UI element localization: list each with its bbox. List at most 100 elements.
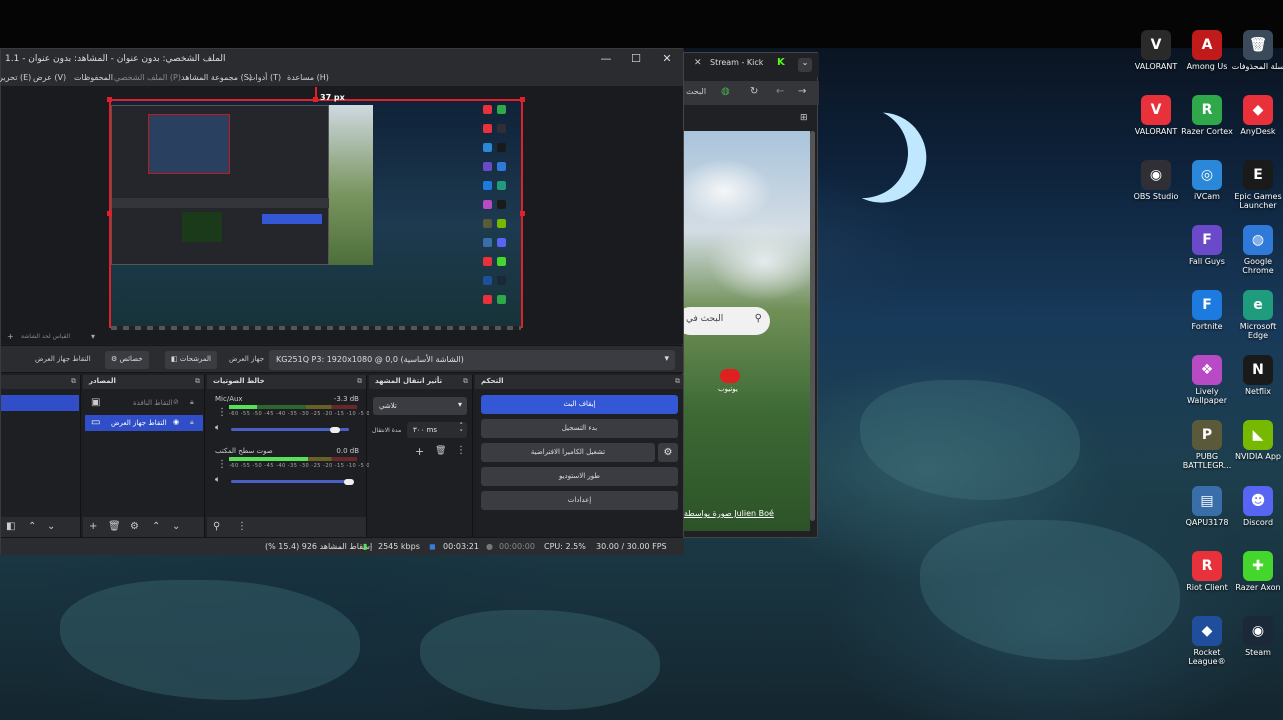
hidden-eye-icon[interactable]: ⊘ — [173, 398, 179, 406]
desktop-icon[interactable]: E Epic Games Launcher — [1230, 160, 1283, 210]
speaker-icon[interactable]: 🔈︎ — [215, 475, 220, 485]
desktop-icon[interactable]: ◆ Rocket League® — [1179, 616, 1235, 666]
desktop-icon[interactable]: ❖ Lively Wallpaper — [1179, 355, 1235, 405]
filters-button[interactable]: ◧ المرشحات — [165, 351, 217, 369]
stop-stream-button[interactable]: إيقاف البث — [481, 395, 678, 414]
menu-help[interactable]: مساعدة (H) — [287, 73, 329, 82]
transition-select[interactable]: تلاشي ▾ — [373, 397, 467, 415]
source-item[interactable]: ▣ التقاط النافذة ⊘ 🔒︎ — [85, 395, 203, 411]
desktop-icon[interactable]: ◍ Google Chrome — [1230, 225, 1283, 275]
tab-search-icon[interactable]: ⌄ — [798, 58, 812, 72]
desktop-icon[interactable]: ✚ Razer Axon — [1230, 551, 1283, 592]
dock-float-icon[interactable]: ⧉ — [675, 377, 680, 386]
link-icon[interactable]: ⚲ — [213, 521, 220, 532]
resize-handle[interactable] — [107, 211, 112, 216]
duration-spinbox[interactable]: ٣٠٠ ms ˄ ˅ — [407, 422, 467, 438]
add-transition-icon[interactable]: + — [415, 445, 424, 458]
desktop-icon[interactable]: 🗑 سلة المحذوفات — [1230, 30, 1283, 71]
menu-profile[interactable]: الملف الشخصي (P) — [114, 73, 181, 82]
menu-edit[interactable]: تحرير (E) — [0, 73, 31, 82]
desktop-icon[interactable]: P PUBG BATTLEGR... — [1179, 420, 1235, 470]
wallpaper-rock — [60, 580, 360, 700]
more-icon[interactable]: ⋮ — [237, 521, 247, 532]
dock-float-icon[interactable]: ⧉ — [357, 377, 362, 386]
desktop-icon[interactable]: F Fall Guys — [1179, 225, 1235, 266]
menu-scene-collection[interactable]: مجموعة المشاهد (S) — [181, 73, 252, 82]
lock-icon[interactable]: 🔒︎ — [190, 398, 194, 407]
filter-icon[interactable]: ◧ — [6, 521, 15, 532]
obs-titlebar[interactable]: الملف الشخصي: بدون عنوان - المشاهد: بدون… — [1, 49, 684, 69]
chevron-up-icon[interactable]: ⌃ — [152, 521, 160, 532]
mini-desktop-icon — [497, 295, 506, 304]
forward-icon[interactable]: ← — [776, 86, 784, 97]
display-device-select[interactable]: KG251Q P3: 1920x1080 @ 0,0 (الشاشة الأسا… — [269, 350, 675, 370]
desktop-icon[interactable]: R Riot Client — [1179, 551, 1235, 592]
address-bar[interactable]: البحث ◍ ↻ ← → — [684, 81, 819, 105]
add-icon[interactable]: + — [7, 332, 14, 341]
channel-menu-icon[interactable]: ⋮ — [217, 459, 227, 470]
desktop-icon[interactable]: ◆ AnyDesk — [1230, 95, 1283, 136]
add-icon[interactable]: + — [89, 521, 97, 532]
volume-slider[interactable] — [231, 480, 349, 483]
lock-icon[interactable]: 🔒︎ — [190, 418, 194, 427]
speaker-icon[interactable]: 🔈︎ — [215, 423, 220, 433]
dock-float-icon[interactable]: ⧉ — [71, 377, 76, 386]
virtual-camera-settings-icon[interactable]: ⚙ — [658, 443, 678, 462]
desktop-icon[interactable]: F Fortnite — [1179, 290, 1235, 331]
scrollbar[interactable] — [810, 131, 815, 521]
desktop-icon[interactable]: e Microsoft Edge — [1230, 290, 1283, 340]
maximize-icon[interactable]: ☐ — [629, 52, 643, 66]
desktop-icon[interactable]: ◣ NVIDIA App — [1230, 420, 1283, 461]
chevron-down-icon[interactable]: ▾ — [91, 332, 95, 341]
desktop-icon[interactable]: V VALORANT — [1128, 95, 1184, 136]
dock-float-icon[interactable]: ⧉ — [195, 377, 200, 386]
minimize-icon[interactable]: — — [599, 52, 613, 66]
desktop-icon[interactable]: R Razer Cortex — [1179, 95, 1235, 136]
desktop-icon[interactable]: N Netflix — [1230, 355, 1283, 396]
back-icon[interactable]: → — [798, 86, 806, 97]
google-search-box[interactable]: البحث في ⚲ — [684, 307, 770, 335]
spin-down-icon[interactable]: ˅ — [460, 429, 464, 437]
scene-item-selected[interactable] — [1, 395, 79, 411]
preview-canvas[interactable] — [109, 99, 523, 328]
apps-grid-icon[interactable]: ⊞ — [800, 113, 808, 123]
resize-handle[interactable] — [520, 97, 525, 102]
properties-button[interactable]: ⚙ خصائص — [105, 351, 149, 369]
chevron-up-icon[interactable]: ⌃ — [28, 521, 36, 532]
start-recording-button[interactable]: بدء التسجيل — [481, 419, 678, 438]
desktop-icon[interactable]: ◉ Steam — [1230, 616, 1283, 657]
gear-icon[interactable]: ⚙ — [130, 521, 139, 532]
resize-handle[interactable] — [520, 211, 525, 216]
channel-menu-icon[interactable]: ⋮ — [217, 407, 227, 418]
tab-close-icon[interactable]: ✕ — [694, 58, 702, 68]
studio-mode-button[interactable]: طور الاستوديو — [481, 467, 678, 486]
menu-docks[interactable]: المحفوظات — [74, 73, 113, 82]
chevron-down-icon[interactable]: ⌄ — [172, 521, 180, 532]
desktop-icon[interactable]: V VALORANT — [1128, 30, 1184, 71]
volume-slider-knob[interactable] — [330, 427, 340, 433]
resize-handle[interactable] — [107, 97, 112, 102]
desktop-icon[interactable]: ▤ QAPU3178 — [1179, 486, 1235, 527]
eye-icon[interactable]: ◉ — [173, 418, 179, 426]
reload-icon[interactable]: ↻ — [750, 86, 758, 97]
browser-tab[interactable]: Stream - Kick — [710, 58, 763, 67]
virtual-camera-button[interactable]: تشغيل الكاميرا الافتراضية — [481, 443, 655, 462]
settings-button[interactable]: إعدادات — [481, 491, 678, 510]
desktop-icon[interactable]: A Among Us — [1179, 30, 1235, 71]
close-icon[interactable]: ✕ — [660, 52, 674, 66]
trash-icon[interactable]: 🗑︎ — [435, 446, 446, 456]
photo-credit-link[interactable]: صورة بواسطة Julien Boé — [684, 509, 804, 518]
desktop-icon[interactable]: ☻ Discord — [1230, 486, 1283, 527]
desktop-icon[interactable]: ◎ iVCam — [1179, 160, 1235, 201]
dock-float-icon[interactable]: ⧉ — [463, 377, 468, 386]
youtube-shortcut-icon[interactable] — [720, 369, 740, 383]
source-item-selected[interactable]: ▭ التقاط جهاز العرض ◉ 🔒︎ — [85, 415, 203, 431]
trash-icon[interactable]: 🗑︎ — [108, 521, 121, 532]
desktop-icon[interactable]: ◉ OBS Studio — [1128, 160, 1184, 201]
more-icon[interactable]: ⋮ — [456, 445, 466, 456]
menu-tools[interactable]: أدوات (T) — [248, 73, 281, 82]
volume-slider-knob[interactable] — [344, 479, 354, 485]
chevron-down-icon[interactable]: ⌄ — [47, 521, 55, 532]
preview-area[interactable] — [1, 87, 684, 332]
menu-view[interactable]: عرض (V) — [33, 73, 66, 82]
